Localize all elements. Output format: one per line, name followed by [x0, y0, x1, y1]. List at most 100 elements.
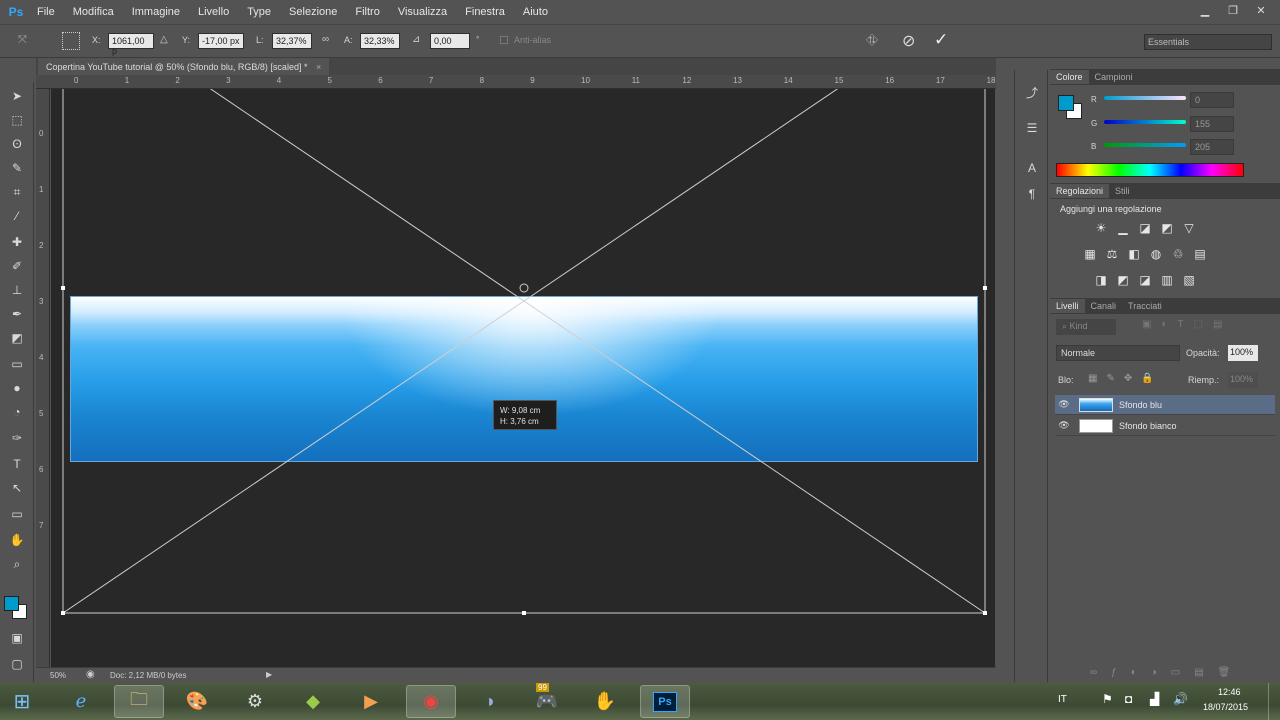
tab-swatches[interactable]: Campioni	[1089, 70, 1139, 84]
gradient-map-icon[interactable]: ▥	[1159, 272, 1175, 288]
posterize-icon[interactable]: ◩	[1115, 272, 1131, 288]
threshold-icon[interactable]: ◪	[1137, 272, 1153, 288]
clock-time[interactable]: 12:46	[1218, 687, 1241, 697]
dodge-tool-icon[interactable]: ◔	[7, 402, 27, 422]
tab-channels[interactable]: Canali	[1085, 299, 1123, 313]
menu-type[interactable]: Type	[238, 6, 280, 18]
close-tab-icon[interactable]: ×	[316, 62, 321, 72]
tab-styles[interactable]: Stili	[1109, 184, 1136, 198]
clock-date[interactable]: 18/07/2015	[1203, 702, 1248, 712]
angle-field[interactable]: 0,00	[430, 33, 470, 49]
channel-b-slider[interactable]	[1104, 143, 1186, 147]
channel-b-value[interactable]: 205	[1190, 139, 1234, 155]
delta-icon[interactable]: △	[160, 34, 168, 45]
black-white-icon[interactable]: ◧	[1126, 246, 1142, 262]
workspace-select[interactable]: Essentials	[1144, 34, 1272, 50]
tab-color[interactable]: Colore	[1050, 70, 1089, 84]
recorder-app-icon[interactable]: ✋	[580, 685, 630, 718]
screen-mode-icon[interactable]: ▢	[7, 654, 27, 674]
channel-r-value[interactable]: 0	[1190, 92, 1234, 108]
x-field[interactable]: 1061,00 p	[108, 33, 154, 56]
layer-row[interactable]: 👁 Sfondo blu	[1055, 395, 1275, 415]
y-field[interactable]: -17,00 px	[198, 33, 244, 49]
channel-r-slider[interactable]	[1104, 96, 1186, 100]
clone-stamp-tool-icon[interactable]: ⊥	[7, 280, 27, 300]
menu-window[interactable]: Finestra	[456, 6, 514, 18]
type-tool-icon[interactable]: T	[7, 454, 27, 474]
network-icon[interactable]: ▟	[1150, 692, 1159, 706]
vibrance-icon[interactable]: ▽	[1181, 220, 1197, 236]
width-field[interactable]: 32,37%	[272, 33, 312, 49]
zoom-level[interactable]: 50%	[50, 671, 66, 680]
character-panel-icon[interactable]: A	[1022, 158, 1042, 178]
marquee-tool-icon[interactable]: ⬚	[7, 110, 27, 130]
quick-selection-tool-icon[interactable]: ✎	[7, 158, 27, 178]
eraser-tool-icon[interactable]: ◩	[7, 328, 27, 348]
menu-file[interactable]: File	[28, 6, 64, 18]
foreground-color-swatch[interactable]	[4, 596, 19, 611]
media-player-icon[interactable]: ▶	[346, 685, 396, 718]
layer-filter-select[interactable]: ⌕ Kind	[1056, 319, 1116, 335]
quick-mask-icon[interactable]: ▣	[7, 628, 27, 648]
channel-g-slider[interactable]	[1104, 120, 1186, 124]
pen-tool-icon[interactable]: ✑	[7, 428, 27, 448]
bluestacks-icon[interactable]: ◆	[288, 685, 338, 718]
warp-mode-icon[interactable]: ⛗	[866, 32, 878, 49]
layer-name[interactable]: Sfondo bianco	[1119, 421, 1177, 431]
menu-filter[interactable]: Filtro	[346, 6, 388, 18]
menu-help[interactable]: Aiuto	[514, 6, 557, 18]
brush-tool-icon[interactable]: ✐	[7, 256, 27, 276]
levels-icon[interactable]: ▁	[1115, 220, 1131, 236]
menu-layer[interactable]: Livello	[189, 6, 238, 18]
crop-tool-icon[interactable]: ⌗	[7, 182, 27, 202]
volume-icon[interactable]: 🔊	[1173, 692, 1188, 706]
selective-color-icon[interactable]: ▧	[1181, 272, 1197, 288]
close-icon[interactable]: ✕	[1250, 2, 1272, 18]
internet-explorer-icon[interactable]: ℯ	[56, 685, 106, 718]
color-balance-icon[interactable]: ⚖	[1104, 246, 1120, 262]
properties-panel-icon[interactable]: ☰	[1022, 118, 1042, 138]
color-spectrum[interactable]	[1056, 163, 1244, 177]
invert-icon[interactable]: ◨	[1093, 272, 1109, 288]
height-field[interactable]: 32,33%	[360, 33, 400, 49]
hand-tool-icon[interactable]: ✋	[7, 530, 27, 550]
audio-app-icon[interactable]: ◑	[464, 685, 514, 718]
tab-paths[interactable]: Tracciati	[1122, 299, 1168, 313]
steam-icon[interactable]: ⚙	[230, 685, 280, 718]
menu-view[interactable]: Visualizza	[389, 6, 456, 18]
eyedropper-tool-icon[interactable]: ⁄	[7, 206, 27, 226]
status-info-icon[interactable]: ◉	[86, 669, 95, 680]
cancel-transform-icon[interactable]: ⊘	[902, 31, 915, 51]
tab-layers[interactable]: Livelli	[1050, 299, 1085, 313]
show-desktop-button[interactable]	[1268, 683, 1280, 720]
gradient-tool-icon[interactable]: ▭	[7, 354, 27, 374]
exposure-icon[interactable]: ◩	[1159, 220, 1175, 236]
curves-icon[interactable]: ◪	[1137, 220, 1153, 236]
blur-tool-icon[interactable]: ●	[7, 378, 27, 398]
fill-field[interactable]: 100%	[1228, 372, 1258, 388]
photo-filter-icon[interactable]: ◍	[1148, 246, 1164, 262]
transform-bounding-box[interactable]	[51, 89, 995, 667]
paint-icon[interactable]: 🎨	[172, 685, 222, 718]
visibility-eye-icon[interactable]: 👁	[1055, 420, 1073, 431]
blend-mode-select[interactable]: Normale	[1056, 345, 1180, 361]
layer-row[interactable]: 👁 Sfondo bianco	[1055, 416, 1275, 436]
opacity-field[interactable]: 100%	[1228, 345, 1258, 361]
path-selection-tool-icon[interactable]: ↖	[7, 478, 27, 498]
lock-icons[interactable]: ▦✎✥🔒	[1088, 373, 1163, 384]
zoom-tool-icon[interactable]: ⌕	[7, 554, 27, 574]
link-icon[interactable]: ∞	[322, 34, 329, 45]
antialias-checkbox[interactable]	[500, 36, 508, 44]
panel-foreground-swatch[interactable]	[1058, 95, 1074, 111]
hue-saturation-icon[interactable]: ▦	[1082, 246, 1098, 262]
layers-footer-icons[interactable]: ∞ƒ◐◑▭▤🗑	[1090, 667, 1244, 678]
paragraph-panel-icon[interactable]: ¶	[1022, 184, 1042, 204]
canvas-area[interactable]: W: 9,08 cm H: 3,76 cm	[51, 89, 995, 667]
commit-transform-icon[interactable]: ✓	[934, 30, 948, 50]
channel-mixer-icon[interactable]: ♲	[1170, 246, 1186, 262]
color-lookup-icon[interactable]: ▤	[1192, 246, 1208, 262]
layer-filter-icons[interactable]: ▣◐T⬚▤	[1142, 319, 1233, 330]
minimize-icon[interactable]: ▁	[1194, 2, 1216, 18]
rectangle-tool-icon[interactable]: ▭	[7, 504, 27, 524]
reference-point-icon[interactable]	[62, 32, 80, 50]
